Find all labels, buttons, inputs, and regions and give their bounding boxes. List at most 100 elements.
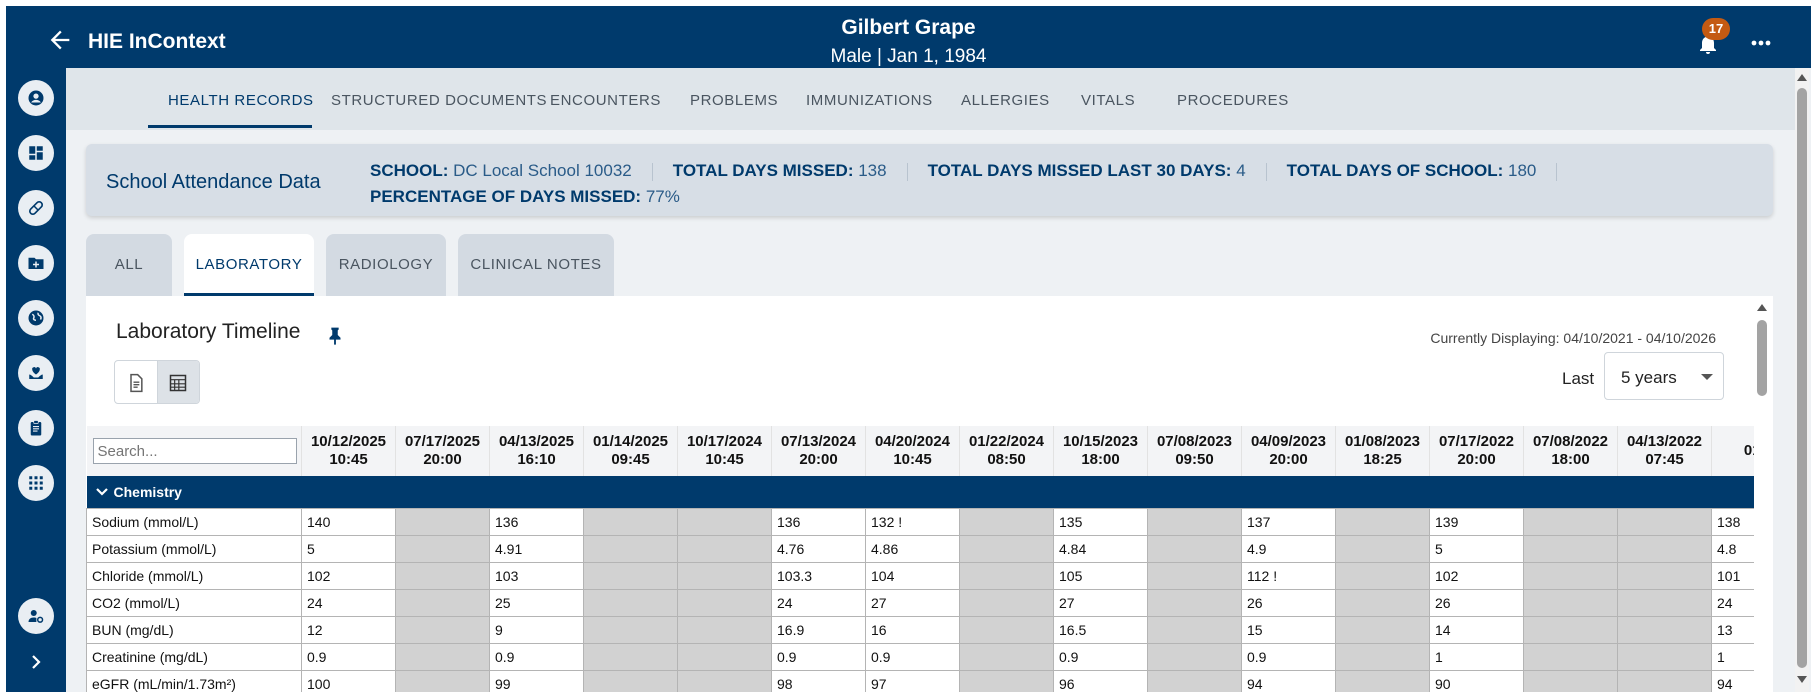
clipboard-icon[interactable] bbox=[18, 410, 54, 446]
date-column-header[interactable]: 10/17/2024 10:45 bbox=[677, 426, 772, 476]
result-cell[interactable]: 14 bbox=[1429, 615, 1524, 644]
result-cell[interactable]: 0.9 bbox=[301, 642, 396, 671]
result-cell[interactable]: 24 bbox=[771, 588, 866, 617]
apps-grid-icon[interactable] bbox=[18, 465, 54, 501]
result-cell[interactable]: 26 bbox=[1241, 588, 1336, 617]
date-column-header[interactable]: 04/13/2022 07:45 bbox=[1617, 426, 1712, 476]
date-column-header[interactable]: 10/15/2023 18:00 bbox=[1053, 426, 1148, 476]
date-column-header[interactable]: 07/17/2025 20:00 bbox=[395, 426, 490, 476]
result-cell[interactable]: 26 bbox=[1429, 588, 1524, 617]
tab-laboratory[interactable]: LABORATORY bbox=[184, 234, 314, 296]
result-cell[interactable]: 4.8 bbox=[1711, 534, 1754, 563]
result-cell[interactable]: 1 bbox=[1711, 642, 1754, 671]
panel-scrollbar[interactable] bbox=[1755, 296, 1769, 692]
result-cell[interactable]: 140 bbox=[301, 507, 396, 536]
tab-all[interactable]: ALL bbox=[86, 234, 172, 296]
tab-allergies[interactable]: ALLERGIES bbox=[961, 92, 1050, 109]
result-cell[interactable]: 9 bbox=[489, 615, 584, 644]
search-input[interactable] bbox=[92, 438, 297, 464]
tab-clinical-notes[interactable]: CLINICAL NOTES bbox=[458, 234, 614, 296]
dashboard-icon[interactable] bbox=[18, 135, 54, 171]
result-cell[interactable]: 97 bbox=[865, 669, 960, 692]
result-cell[interactable]: 15 bbox=[1241, 615, 1336, 644]
result-cell[interactable]: 138 bbox=[1711, 507, 1754, 536]
tab-problems[interactable]: PROBLEMS bbox=[690, 92, 778, 109]
result-cell[interactable]: 27 bbox=[865, 588, 960, 617]
result-cell[interactable]: 25 bbox=[489, 588, 584, 617]
result-cell[interactable]: 16.9 bbox=[771, 615, 866, 644]
pin-icon[interactable] bbox=[324, 324, 346, 346]
result-cell[interactable]: 16 bbox=[865, 615, 960, 644]
result-cell[interactable]: 132 ! bbox=[865, 507, 960, 536]
result-cell[interactable]: 96 bbox=[1053, 669, 1148, 692]
scroll-up-arrow-icon[interactable] bbox=[1757, 304, 1767, 311]
result-cell[interactable]: 0.9 bbox=[1241, 642, 1336, 671]
date-column-header[interactable]: 04/09/2023 20:00 bbox=[1241, 426, 1336, 476]
result-cell[interactable]: 102 bbox=[301, 561, 396, 590]
result-cell[interactable]: 4.9 bbox=[1241, 534, 1336, 563]
date-column-header[interactable]: 04/20/2024 10:45 bbox=[865, 426, 960, 476]
result-cell[interactable]: 27 bbox=[1053, 588, 1148, 617]
scroll-down-arrow-icon[interactable] bbox=[1797, 676, 1807, 683]
result-cell[interactable]: 94 bbox=[1711, 669, 1754, 692]
document-view-button[interactable] bbox=[115, 361, 157, 403]
date-column-header[interactable]: 10/12/2025 10:45 bbox=[301, 426, 396, 476]
result-cell[interactable]: 0.9 bbox=[1053, 642, 1148, 671]
tab-encounters[interactable]: ENCOUNTERS bbox=[550, 92, 661, 109]
result-cell[interactable]: 136 bbox=[771, 507, 866, 536]
tab-health-records[interactable]: HEALTH RECORDS bbox=[168, 92, 314, 109]
result-cell[interactable]: 13 bbox=[1711, 615, 1754, 644]
result-cell[interactable]: 100 bbox=[301, 669, 396, 692]
result-cell[interactable]: 16.5 bbox=[1053, 615, 1148, 644]
more-options-icon[interactable] bbox=[1746, 28, 1776, 58]
table-view-button[interactable] bbox=[156, 361, 199, 403]
result-cell[interactable]: 12 bbox=[301, 615, 396, 644]
result-cell[interactable]: 0.9 bbox=[489, 642, 584, 671]
result-cell[interactable]: 5 bbox=[1429, 534, 1524, 563]
date-column-header[interactable]: 01/2 bbox=[1711, 426, 1754, 476]
panel-scrollbar-thumb[interactable] bbox=[1757, 320, 1767, 396]
result-cell[interactable]: 137 bbox=[1241, 507, 1336, 536]
result-cell[interactable]: 112 ! bbox=[1241, 561, 1336, 590]
result-cell[interactable]: 103.3 bbox=[771, 561, 866, 590]
result-cell[interactable]: 5 bbox=[301, 534, 396, 563]
result-cell[interactable]: 99 bbox=[489, 669, 584, 692]
result-cell[interactable]: 103 bbox=[489, 561, 584, 590]
result-cell[interactable]: 0.9 bbox=[865, 642, 960, 671]
user-settings-icon[interactable] bbox=[18, 598, 54, 634]
page-scrollbar[interactable] bbox=[1795, 68, 1809, 692]
date-column-header[interactable]: 01/14/2025 09:45 bbox=[583, 426, 678, 476]
tab-structured-documents[interactable]: STRUCTURED DOCUMENTS bbox=[331, 92, 547, 109]
result-cell[interactable]: 24 bbox=[301, 588, 396, 617]
date-column-header[interactable]: 07/17/2022 20:00 bbox=[1429, 426, 1524, 476]
tab-procedures[interactable]: PROCEDURES bbox=[1177, 92, 1289, 109]
result-cell[interactable]: 4.76 bbox=[771, 534, 866, 563]
result-cell[interactable]: 135 bbox=[1053, 507, 1148, 536]
result-cell[interactable]: 101 bbox=[1711, 561, 1754, 590]
result-cell[interactable]: 102 bbox=[1429, 561, 1524, 590]
result-cell[interactable]: 4.84 bbox=[1053, 534, 1148, 563]
tab-vitals[interactable]: VITALS bbox=[1081, 92, 1135, 109]
expand-sidebar-chevron-icon[interactable] bbox=[26, 652, 46, 672]
page-scrollbar-thumb[interactable] bbox=[1797, 88, 1807, 668]
result-cell[interactable]: 98 bbox=[771, 669, 866, 692]
date-column-header[interactable]: 01/22/2024 08:50 bbox=[959, 426, 1054, 476]
heart-hands-icon[interactable] bbox=[18, 355, 54, 391]
result-cell[interactable]: 105 bbox=[1053, 561, 1148, 590]
date-column-header[interactable]: 07/08/2022 18:00 bbox=[1523, 426, 1618, 476]
date-column-header[interactable]: 07/13/2024 20:00 bbox=[771, 426, 866, 476]
period-select[interactable]: 5 years bbox=[1604, 352, 1724, 400]
result-cell[interactable]: 24 bbox=[1711, 588, 1754, 617]
account-icon[interactable] bbox=[18, 80, 54, 116]
tab-immunizations[interactable]: IMMUNIZATIONS bbox=[806, 92, 933, 109]
tab-radiology[interactable]: RADIOLOGY bbox=[326, 234, 446, 296]
scroll-up-arrow-icon[interactable] bbox=[1797, 74, 1807, 81]
result-cell[interactable]: 104 bbox=[865, 561, 960, 590]
globe-icon[interactable] bbox=[18, 300, 54, 336]
result-cell[interactable]: 1 bbox=[1429, 642, 1524, 671]
result-cell[interactable]: 4.91 bbox=[489, 534, 584, 563]
result-cell[interactable]: 4.86 bbox=[865, 534, 960, 563]
date-column-header[interactable]: 04/13/2025 16:10 bbox=[489, 426, 584, 476]
result-cell[interactable]: 94 bbox=[1241, 669, 1336, 692]
folder-plus-icon[interactable] bbox=[18, 245, 54, 281]
